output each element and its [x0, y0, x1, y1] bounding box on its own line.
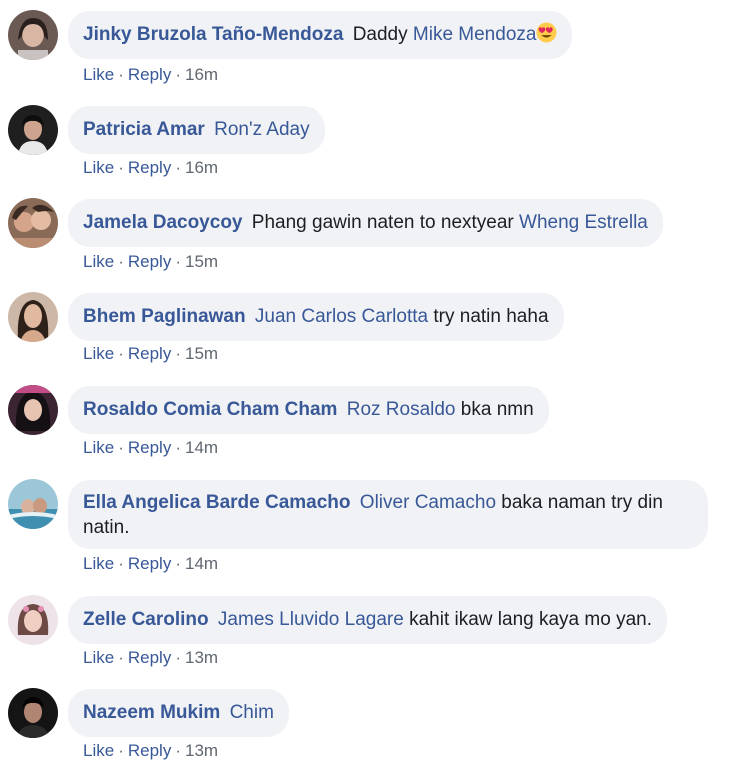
- like-link[interactable]: Like: [83, 648, 114, 667]
- comment-time[interactable]: 14m: [185, 554, 218, 573]
- reply-link[interactable]: Reply: [128, 554, 171, 573]
- avatar[interactable]: [8, 688, 58, 738]
- comment-mention[interactable]: Ron'z Aday: [214, 119, 310, 140]
- comment-text: Phang gawin naten to nextyear: [251, 212, 514, 233]
- reply-link[interactable]: Reply: [128, 158, 171, 177]
- reply-link[interactable]: Reply: [128, 648, 171, 667]
- comment-mention[interactable]: Mike Mendoza: [413, 24, 537, 45]
- separator: ·: [118, 252, 124, 271]
- reply-link[interactable]: Reply: [128, 252, 171, 271]
- comment-time[interactable]: 13m: [185, 648, 218, 667]
- avatar[interactable]: [8, 479, 58, 529]
- comment-mention[interactable]: Juan Carlos Carlotta: [255, 306, 428, 327]
- reply-link[interactable]: Reply: [128, 344, 171, 363]
- separator: ·: [175, 65, 181, 84]
- comment-time[interactable]: 14m: [185, 438, 218, 457]
- comment-bubble: Jamela Dacoycoy Phang gawin naten to nex…: [68, 199, 663, 247]
- comment-actions: Like · Reply · 14m: [83, 554, 218, 574]
- comment-author[interactable]: Patricia Amar: [83, 119, 205, 140]
- like-link[interactable]: Like: [83, 65, 114, 84]
- comment-time[interactable]: 15m: [185, 252, 218, 271]
- separator: ·: [175, 158, 181, 177]
- comment-actions: Like · Reply · 15m: [83, 252, 218, 272]
- comment-actions: Like · Reply · 13m: [83, 648, 218, 668]
- comment-mention[interactable]: James Lluvido Lagare: [218, 609, 404, 630]
- reply-link[interactable]: Reply: [128, 438, 171, 457]
- separator: ·: [118, 648, 124, 667]
- separator: ·: [118, 438, 124, 457]
- comment-bubble: Bhem Paglinawan Juan Carlos Carlotta try…: [68, 293, 564, 341]
- comment-author[interactable]: Bhem Paglinawan: [83, 306, 246, 327]
- comment-text: Daddy: [352, 24, 408, 45]
- like-link[interactable]: Like: [83, 741, 114, 760]
- comment-bubble: Jinky Bruzola Taño-Mendoza Daddy Mike Me…: [68, 11, 573, 59]
- separator: ·: [175, 741, 181, 760]
- comment-time[interactable]: 15m: [185, 344, 218, 363]
- separator: ·: [118, 158, 124, 177]
- separator: ·: [118, 554, 124, 573]
- separator: ·: [118, 741, 124, 760]
- avatar[interactable]: [8, 385, 58, 435]
- separator: ·: [175, 554, 181, 573]
- comment-time[interactable]: 16m: [185, 158, 218, 177]
- separator: ·: [175, 648, 181, 667]
- comment-bubble: Zelle Carolino James Lluvido Lagare kahi…: [68, 596, 667, 644]
- avatar[interactable]: [8, 10, 58, 60]
- comment-actions: Like · Reply · 14m: [83, 438, 218, 458]
- comment-text: kahit ikaw lang kaya mo yan.: [409, 609, 652, 630]
- comment-actions: Like · Reply · 16m: [83, 65, 218, 85]
- comment-bubble: Rosaldo Comia Cham Cham Roz Rosaldo bka …: [68, 386, 549, 434]
- comment-author[interactable]: Jamela Dacoycoy: [83, 212, 243, 233]
- comment-mention[interactable]: Chim: [230, 702, 274, 723]
- like-link[interactable]: Like: [83, 344, 114, 363]
- comment-author[interactable]: Ella Angelica Barde Camacho: [83, 492, 351, 513]
- like-link[interactable]: Like: [83, 554, 114, 573]
- avatar[interactable]: [8, 198, 58, 248]
- avatar[interactable]: [8, 105, 58, 155]
- comment-time[interactable]: 13m: [185, 741, 218, 760]
- like-link[interactable]: Like: [83, 438, 114, 457]
- comment-text: try natin haha: [433, 306, 549, 327]
- comment-author[interactable]: Nazeem Mukim: [83, 702, 220, 723]
- comment-actions: Like · Reply · 15m: [83, 344, 218, 364]
- comment-bubble: Patricia Amar Ron'z Aday: [68, 106, 325, 154]
- heart-eyes-emoji-icon: [536, 22, 557, 43]
- comment-mention[interactable]: Roz Rosaldo: [347, 399, 456, 420]
- separator: ·: [175, 438, 181, 457]
- comment-actions: Like · Reply · 16m: [83, 158, 218, 178]
- comment-actions: Like · Reply · 13m: [83, 741, 218, 761]
- reply-link[interactable]: Reply: [128, 65, 171, 84]
- comment-mention[interactable]: Oliver Camacho: [360, 492, 496, 513]
- comment-bubble: Ella Angelica Barde Camacho Oliver Camac…: [68, 480, 708, 549]
- comment-author[interactable]: Jinky Bruzola Taño-Mendoza: [83, 24, 343, 45]
- comment-author[interactable]: Zelle Carolino: [83, 609, 209, 630]
- reply-link[interactable]: Reply: [128, 741, 171, 760]
- separator: ·: [175, 344, 181, 363]
- like-link[interactable]: Like: [83, 252, 114, 271]
- comment-time[interactable]: 16m: [185, 65, 218, 84]
- avatar[interactable]: [8, 292, 58, 342]
- avatar[interactable]: [8, 595, 58, 645]
- like-link[interactable]: Like: [83, 158, 114, 177]
- separator: ·: [118, 344, 124, 363]
- comment-author[interactable]: Rosaldo Comia Cham Cham: [83, 399, 337, 420]
- separator: ·: [175, 252, 181, 271]
- comment-bubble: Nazeem Mukim Chim: [68, 689, 289, 737]
- comment-mention[interactable]: Wheng Estrella: [519, 212, 648, 233]
- comment-text: bka nmn: [460, 399, 534, 420]
- comment-thread: Jinky Bruzola Taño-Mendoza Daddy Mike Me…: [0, 0, 750, 764]
- separator: ·: [118, 65, 124, 84]
